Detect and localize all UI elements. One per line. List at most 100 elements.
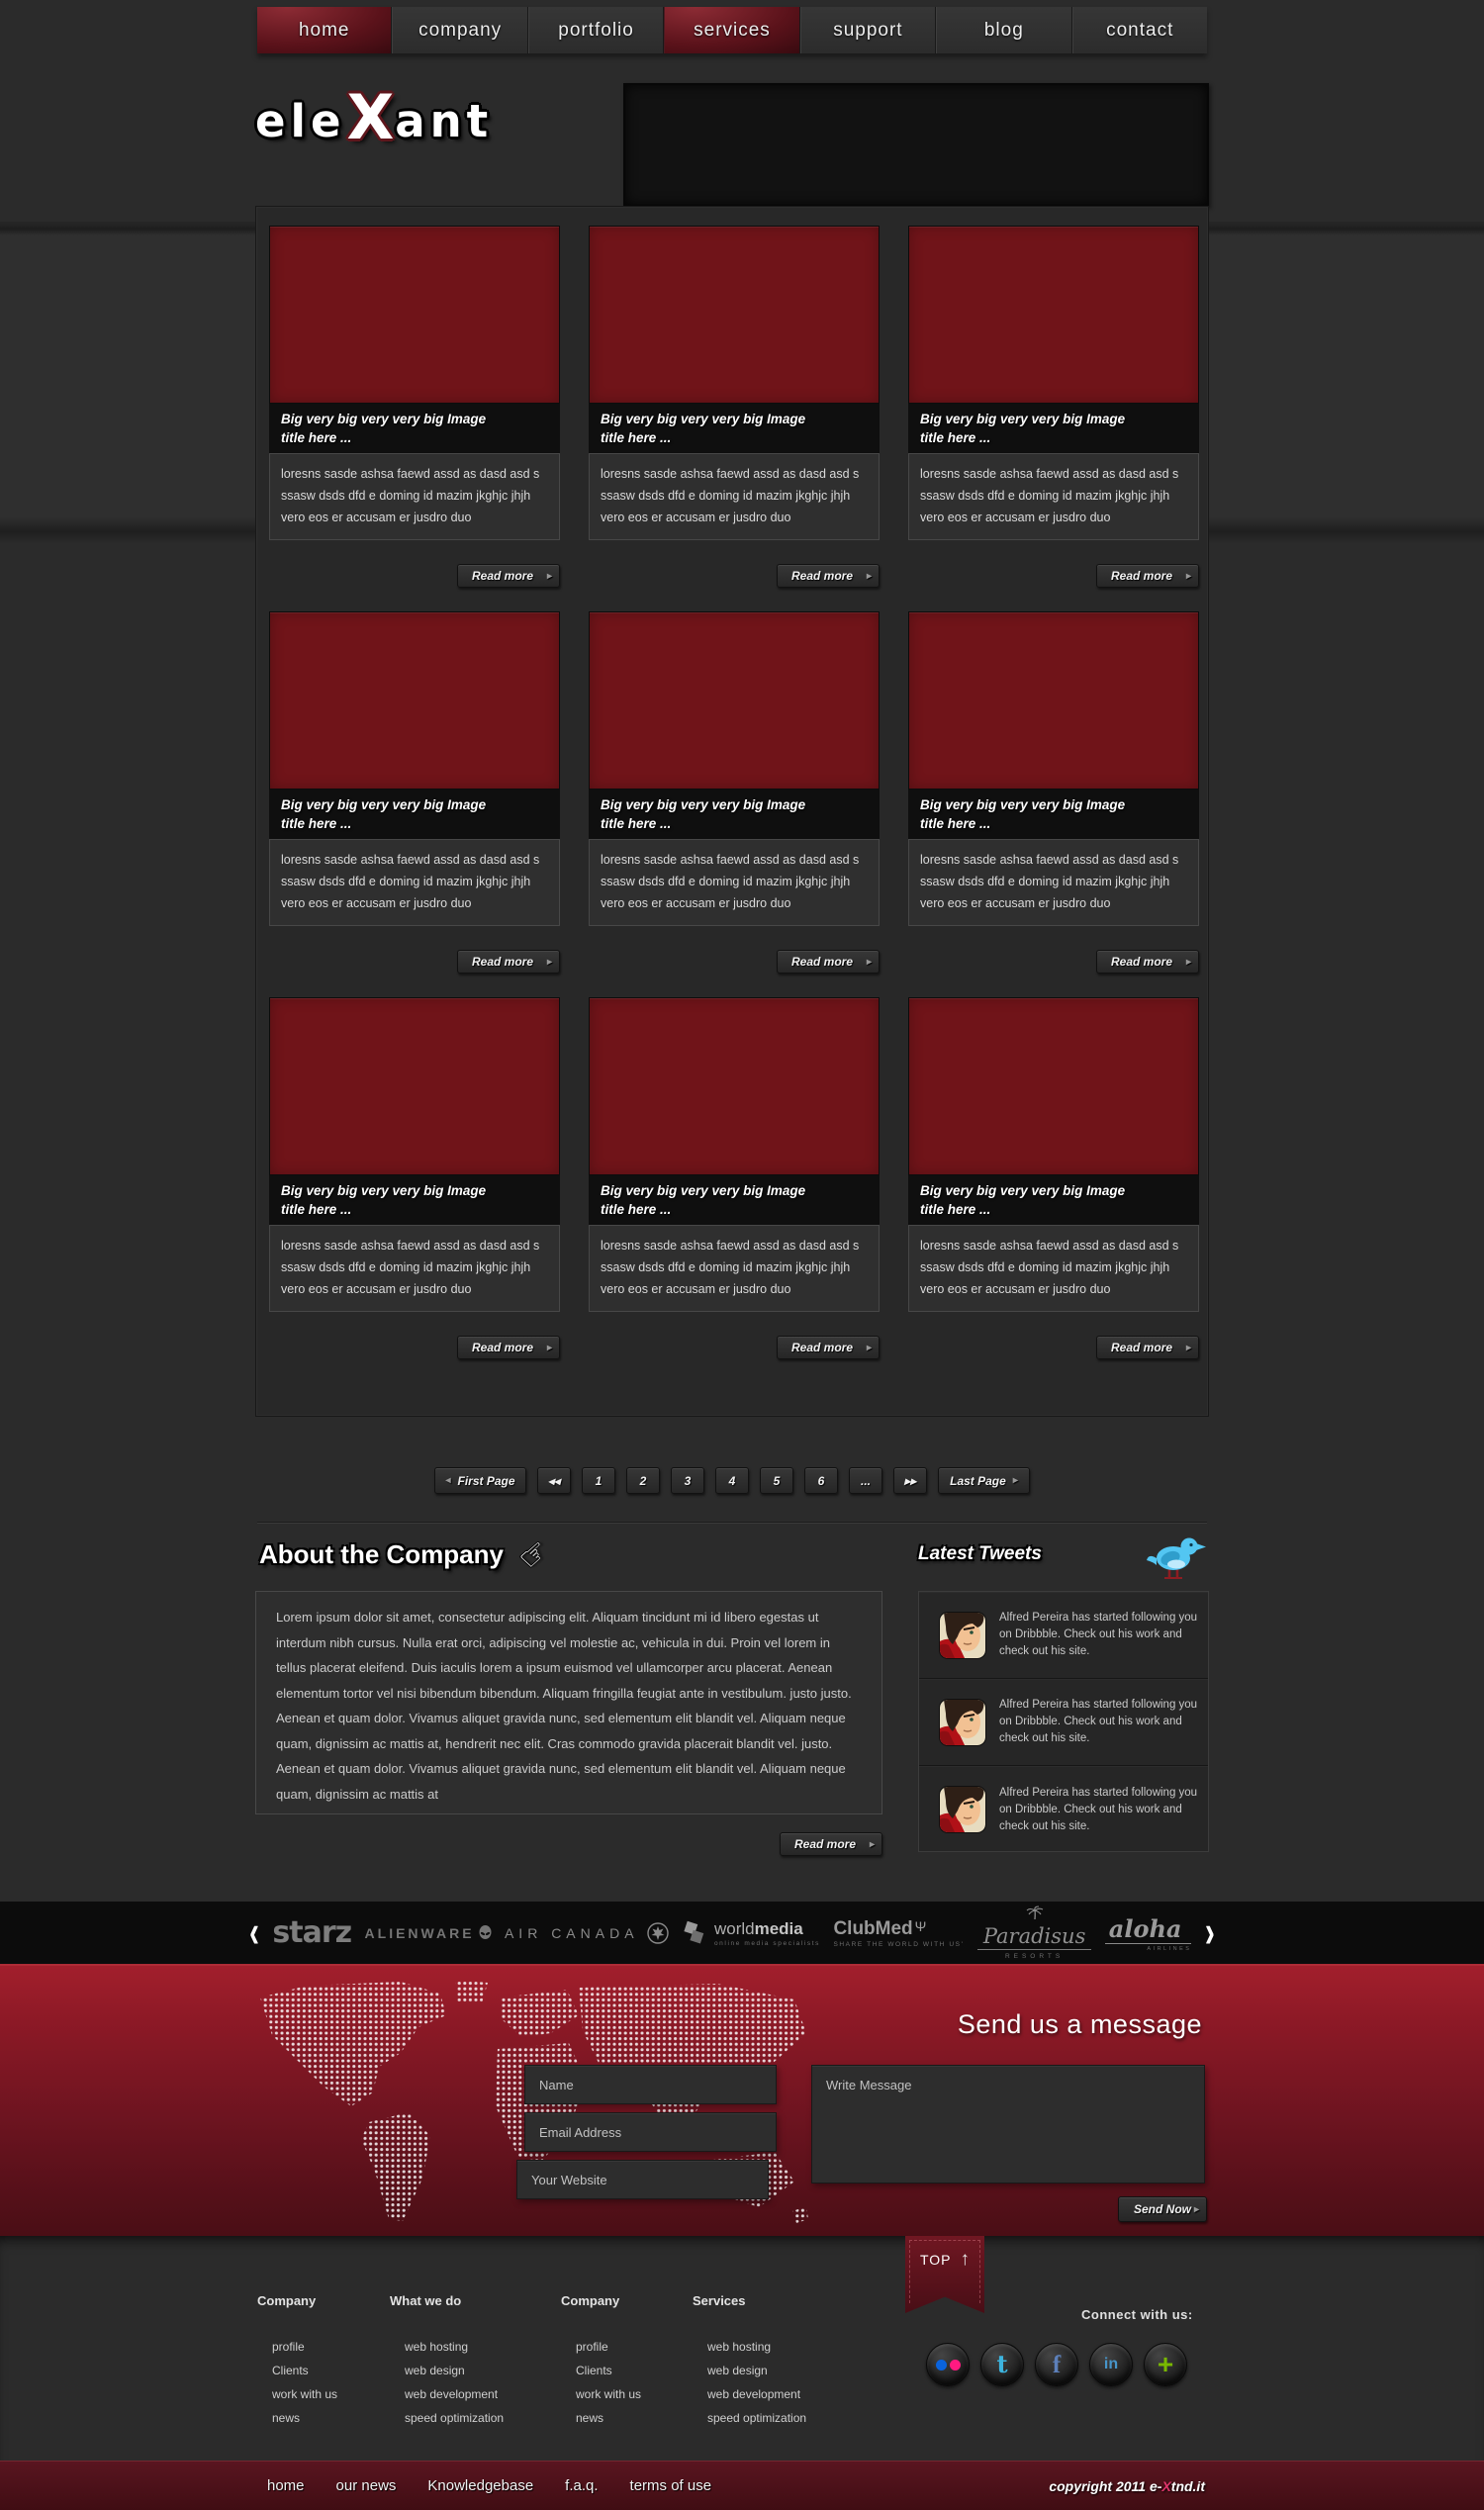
footer-link[interactable]: speed optimization <box>707 2406 806 2430</box>
page-button-5[interactable]: 5 <box>760 1467 793 1494</box>
previous-pages-button[interactable]: ◂◂ <box>537 1467 571 1494</box>
article-thumbnail[interactable] <box>269 997 560 1175</box>
footer-link[interactable]: web development <box>405 2382 504 2406</box>
nav-tab-support[interactable]: support <box>800 7 936 53</box>
footer-column: Servicesweb hostingweb designweb develop… <box>693 2293 806 2430</box>
article-thumbnail[interactable] <box>589 226 880 404</box>
footer-link[interactable]: web hosting <box>405 2335 504 2359</box>
brand-alienware[interactable]: ALIENWARE <box>365 1925 492 1941</box>
footer-link[interactable]: web hosting <box>707 2335 806 2359</box>
footer-link[interactable]: Clients <box>272 2359 337 2382</box>
article-thumbnail[interactable] <box>269 226 560 404</box>
name-input[interactable] <box>524 2065 777 2104</box>
article-title-line2: title here ... <box>281 1200 548 1219</box>
footer-link[interactable]: web design <box>707 2359 806 2382</box>
article-thumbnail[interactable] <box>269 611 560 790</box>
footer-column-title: Company <box>561 2293 641 2308</box>
footer-link[interactable]: work with us <box>272 2382 337 2406</box>
about-read-more-button[interactable]: Read more ▸ <box>780 1832 882 1856</box>
article-thumbnail[interactable] <box>589 997 880 1175</box>
connect-label: Connect with us: <box>1081 2307 1193 2322</box>
article-card: Big very big very very big Imagetitle he… <box>269 226 560 588</box>
page-button-4[interactable]: 4 <box>715 1467 749 1494</box>
read-more-label: Read more <box>472 1341 533 1354</box>
brand-starz[interactable]: starz <box>272 1915 351 1950</box>
back-to-top-ribbon[interactable]: TOP ↑ <box>905 2236 984 2313</box>
read-more-label: Read more <box>1111 955 1172 969</box>
send-now-button[interactable]: Send Now ▸ <box>1118 2196 1207 2222</box>
first-page-button[interactable]: ◂First Page <box>434 1467 526 1494</box>
article-thumbnail[interactable] <box>908 226 1199 404</box>
nav-tab-blog[interactable]: blog <box>936 7 1071 53</box>
nav-tab-services[interactable]: services <box>664 7 799 53</box>
article-card: Big very big very very big Imagetitle he… <box>589 226 880 588</box>
carousel-next-icon[interactable]: › <box>1205 1910 1215 1955</box>
bottom-link[interactable]: our news <box>336 2477 397 2494</box>
read-more-button[interactable]: Read more▸ <box>1096 950 1199 974</box>
facebook-icon[interactable]: f <box>1035 2343 1078 2386</box>
page-button-label: ▸▸ <box>904 1474 916 1488</box>
footer-link[interactable]: profile <box>576 2335 641 2359</box>
last-page-button[interactable]: Last Page▸ <box>938 1467 1030 1494</box>
bottom-link[interactable]: f.a.q. <box>565 2477 598 2494</box>
chevron-right-icon: ▸ <box>1186 571 1191 582</box>
footer-link[interactable]: web design <box>405 2359 504 2382</box>
article-title-line1: Big very big very very big Image <box>920 1181 1187 1200</box>
read-more-button[interactable]: Read more▸ <box>457 950 560 974</box>
footer-link[interactable]: news <box>576 2406 641 2430</box>
nav-tab-home[interactable]: home <box>257 7 392 53</box>
bottom-link[interactable]: home <box>267 2477 305 2494</box>
flickr-blue-dot <box>936 2360 947 2371</box>
avatar <box>940 1613 985 1658</box>
article-thumbnail[interactable] <box>589 611 880 790</box>
brand-worldmedia[interactable]: worldmedia online media specialists <box>682 1919 820 1947</box>
email-input[interactable] <box>524 2112 777 2152</box>
read-more-button[interactable]: Read more▸ <box>777 1336 880 1359</box>
worldmedia-icon <box>682 1920 707 1946</box>
page-button-3[interactable]: 3 <box>671 1467 704 1494</box>
flickr-dots <box>936 2360 961 2371</box>
article-title-line1: Big very big very very big Image <box>920 410 1187 428</box>
nav-tab-contact[interactable]: contact <box>1072 7 1207 53</box>
read-more-button[interactable]: Read more▸ <box>777 564 880 588</box>
message-textarea[interactable] <box>811 2065 1205 2184</box>
plus-icon[interactable]: + <box>1144 2343 1187 2386</box>
read-more-button[interactable]: Read more▸ <box>777 950 880 974</box>
page-button-2[interactable]: 2 <box>626 1467 660 1494</box>
brand-paradisus[interactable]: Paradisus RESORTS <box>977 1906 1092 1960</box>
brand-clubmed[interactable]: ClubMed Ψ SHARE THE WORLD WITH US' <box>833 1918 964 1948</box>
footer-link[interactable]: work with us <box>576 2382 641 2406</box>
page-button-label: 4 <box>729 1474 736 1488</box>
page-button-6[interactable]: 6 <box>804 1467 838 1494</box>
website-input[interactable] <box>516 2160 769 2199</box>
nav-tab-portfolio[interactable]: portfolio <box>528 7 664 53</box>
read-more-button[interactable]: Read more▸ <box>1096 564 1199 588</box>
main-nav: homecompanyportfolioservicessupportblogc… <box>257 7 1207 53</box>
logo[interactable]: eleXant <box>255 85 493 157</box>
footer-link[interactable]: Clients <box>576 2359 641 2382</box>
carousel-prev-icon[interactable]: ‹ <box>249 1910 259 1955</box>
brand-aloha[interactable]: aloha AIRLINES <box>1105 1914 1192 1952</box>
footer-link[interactable]: web development <box>707 2382 806 2406</box>
next-pages-button[interactable]: ▸▸ <box>893 1467 927 1494</box>
more-pages-button[interactable]: ... <box>849 1467 882 1494</box>
copyright-prefix: copyright 2011 e- <box>1049 2478 1161 2494</box>
article-excerpt: loresns sasde ashsa faewd assd as dasd a… <box>589 453 880 540</box>
page-button-1[interactable]: 1 <box>582 1467 615 1494</box>
footer-link[interactable]: news <box>272 2406 337 2430</box>
nav-tab-company[interactable]: company <box>392 7 527 53</box>
footer-link[interactable]: profile <box>272 2335 337 2359</box>
brand-air-canada[interactable]: AIR CANADA <box>505 1922 669 1944</box>
footer-link[interactable]: speed optimization <box>405 2406 504 2430</box>
read-more-button[interactable]: Read more▸ <box>457 564 560 588</box>
bottom-link[interactable]: terms of use <box>630 2477 712 2494</box>
read-more-button[interactable]: Read more▸ <box>1096 1336 1199 1359</box>
article-thumbnail[interactable] <box>908 611 1199 790</box>
article-thumbnail[interactable] <box>908 997 1199 1175</box>
flickr-icon[interactable] <box>926 2343 970 2386</box>
linkedin-icon[interactable]: in <box>1089 2343 1133 2386</box>
read-more-button[interactable]: Read more▸ <box>457 1336 560 1359</box>
article-title-line2: title here ... <box>601 814 868 833</box>
bottom-link[interactable]: Knowledgebase <box>427 2477 533 2494</box>
twitter-icon[interactable]: t <box>980 2343 1024 2386</box>
